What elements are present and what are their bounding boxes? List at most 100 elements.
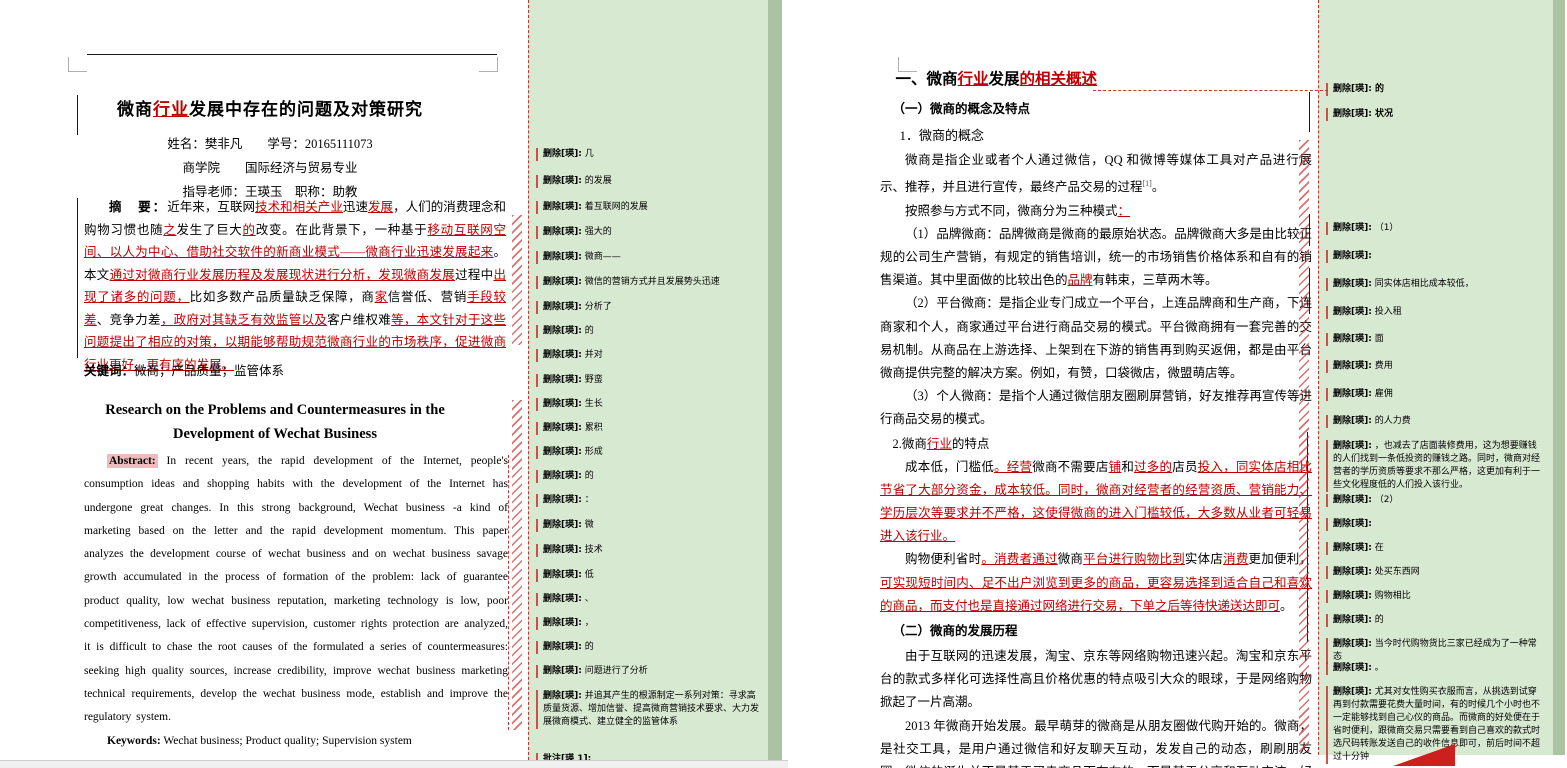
heading: 1．微商的概念 xyxy=(880,123,1312,149)
thesis-title-en-line1: Research on the Problems and Countermeas… xyxy=(70,402,480,419)
balloon-label: 删除[瑛]: xyxy=(1333,663,1372,673)
balloon-label: 删除[瑛]: xyxy=(543,326,582,336)
text-run: 由于互联网的迅速发展，淘宝、京东等网络购物迅速兴起。淘宝和京东平台的款式多样化可… xyxy=(880,649,1312,709)
deletion-balloon[interactable]: 删除[瑛]: 着互联网的发展 xyxy=(536,201,759,214)
student-name-line: 姓名：樊非凡 学号：20165111073 xyxy=(60,133,480,152)
balloon-label: 删除[瑛]: xyxy=(543,618,582,628)
balloon-text: ： xyxy=(582,495,594,505)
balloon-label: 删除[瑛]: xyxy=(543,176,582,186)
balloon-label: 删除[瑛]: xyxy=(543,666,582,676)
text-run: 微商 xyxy=(1058,552,1083,566)
deletion-balloon[interactable]: 删除[瑛]: 问题进行了分析 xyxy=(536,665,759,678)
deletion-balloon[interactable]: 删除[瑛]: 费用 xyxy=(1326,360,1544,373)
revision-pane-left: 删除[瑛]: 几删除[瑛]: 的发展删除[瑛]: 着互联网的发展删除[瑛]: 强… xyxy=(528,0,769,760)
deletion-balloon[interactable]: 删除[瑛]: 技术 xyxy=(536,544,759,557)
text-run: （3）个人微商：是指个人通过微信朋友圈刷屏营销，好友推荐再宣传等进行商品交易的模… xyxy=(880,389,1312,426)
balloon-text: 的 xyxy=(582,326,594,336)
deletion-balloon[interactable]: 删除[瑛]: 状况 xyxy=(1326,108,1544,121)
balloon-label: 删除[瑛]: xyxy=(543,252,582,262)
vertical-scrollbar-left[interactable] xyxy=(768,0,782,760)
deletion-balloon[interactable]: 删除[瑛]: （1） xyxy=(1326,222,1544,235)
deletion-balloon[interactable]: 删除[瑛]: 的 xyxy=(1326,83,1544,96)
balloon-text: 购物相比 xyxy=(1372,591,1411,601)
deletion-balloon[interactable]: 删除[瑛]: 微信的营销方式并且发展势头迅速 xyxy=(536,276,759,289)
deletion-balloon[interactable]: 删除[瑛]: 野蛮 xyxy=(536,374,759,387)
deletion-balloon[interactable]: 删除[瑛]: 并对 xyxy=(536,349,759,362)
deletion-balloon[interactable]: 删除[瑛]: 的人力费 xyxy=(1326,415,1544,428)
deletion-balloon[interactable]: 删除[瑛]: 形成 xyxy=(536,446,759,459)
deletion-balloon[interactable]: 删除[瑛]: 微商—— xyxy=(536,251,759,264)
deletion-balloon[interactable]: 删除[瑛]: 雇佣 xyxy=(1326,388,1544,401)
deletion-balloon[interactable]: 删除[瑛]: ，也减去了店面装修费用，这为想要赚钱的人们找到一条低投资的赚钱之路… xyxy=(1326,440,1544,492)
page2-body: 一、微商行业发展的相关概述（一）微商的概念及特点1．微商的概念微商是指企业或者个… xyxy=(880,66,1312,768)
deletion-balloon[interactable]: 删除[瑛]: 的 xyxy=(1326,614,1544,627)
deletion-balloon[interactable]: 删除[瑛]: 。 xyxy=(1326,662,1544,675)
balloon-label: 删除[瑛]: xyxy=(543,202,582,212)
balloon-text: 在 xyxy=(1372,543,1384,553)
deletion-balloon[interactable]: 删除[瑛]: ， xyxy=(536,617,759,630)
keywords-cn-label: 关键词： xyxy=(84,364,134,378)
deletion-balloon[interactable]: 删除[瑛]: 的 xyxy=(536,641,759,654)
deletion-balloon[interactable]: 删除[瑛]: 面 xyxy=(1326,333,1544,346)
deletion-balloon[interactable]: 删除[瑛]: 分析了 xyxy=(536,301,759,314)
vertical-scrollbar-right[interactable] xyxy=(1553,0,1565,755)
deletion-balloon[interactable]: 删除[瑛]: ： xyxy=(536,494,759,507)
deletion-balloon[interactable]: 删除[瑛]: 的 xyxy=(536,325,759,338)
inserted-text: 通过对微商行业发展历程及发展现状进行分析，发现微商发展 xyxy=(110,268,455,282)
balloon-label: 删除[瑛]: xyxy=(543,149,582,159)
balloon-text: 技术 xyxy=(582,545,603,555)
text-run: 有韩束，三草两木等。 xyxy=(1093,273,1218,287)
horizontal-scrollbar[interactable] xyxy=(0,760,788,768)
inserted-text: 家 xyxy=(375,290,388,304)
crop-mark-icon xyxy=(479,57,498,72)
deletion-balloon[interactable]: 删除[瑛]: 的 xyxy=(536,470,759,483)
inserted-text: 之 xyxy=(163,223,176,237)
deletion-balloon[interactable]: 删除[瑛]: 处买东西网 xyxy=(1326,566,1544,579)
inserted-text: 消费 xyxy=(1223,552,1248,566)
balloon-text: 着互联网的发展 xyxy=(582,202,648,212)
abstract-en-label: Abstract: xyxy=(107,454,158,468)
deletion-balloon[interactable]: 删除[瑛]: 低 xyxy=(536,569,759,582)
deletion-balloon[interactable]: 删除[瑛]: 、 xyxy=(536,593,759,606)
deletion-balloon[interactable]: 删除[瑛]: 几 xyxy=(536,148,759,161)
deletion-balloon[interactable]: 删除[瑛]: （2） xyxy=(1326,494,1544,507)
deletion-balloon[interactable]: 删除[瑛]: xyxy=(1326,518,1544,531)
deletion-balloon[interactable]: 删除[瑛]: 投入租 xyxy=(1326,306,1544,319)
deletion-balloon[interactable]: 删除[瑛]: 的发展 xyxy=(536,175,759,188)
text-run: （一）微商的概念及特点 xyxy=(893,102,1031,116)
balloon-text: （1） xyxy=(1372,223,1399,233)
text-run: 购物便利省时 xyxy=(905,552,981,566)
deletion-balloon[interactable]: 删除[瑛]: 并追其产生的根源制定一系列对策：寻求高质量货源、增加信誉、提高微商… xyxy=(536,690,759,729)
balloon-label: 删除[瑛]: xyxy=(1333,109,1372,119)
deletion-balloon[interactable]: 删除[瑛]: 购物相比 xyxy=(1326,590,1544,603)
balloon-label: 删除[瑛]: xyxy=(1333,251,1372,261)
thesis-title-en-line2: Development of Wechat Business xyxy=(70,426,480,443)
deletion-balloon[interactable]: 删除[瑛]: 当今时代购物货比三家已经成为了一种常态 xyxy=(1326,638,1544,664)
balloon-text: 的发展 xyxy=(582,176,612,186)
deletion-balloon[interactable]: 删除[瑛]: 生长 xyxy=(536,398,759,411)
deletion-balloon[interactable]: 删除[瑛]: 同实体店相比成本较低， xyxy=(1326,278,1544,291)
balloon-label: 删除[瑛]: xyxy=(1333,389,1372,399)
inserted-text: 政府对其缺乏有效监管以及 xyxy=(174,313,328,327)
change-bar xyxy=(1309,92,1310,132)
balloon-text: 的 xyxy=(1372,84,1384,94)
abstract-en-body: In recent years, the rapid development o… xyxy=(84,455,508,723)
balloon-text: 几 xyxy=(582,149,594,159)
paragraph: （3）个人微商：是指个人通过微信朋友圈刷屏营销，好友推荐再宣传等进行商品交易的模… xyxy=(880,385,1312,431)
text-run: （二）微商的发展历程 xyxy=(893,624,1018,638)
text-run: 近年来，互联网 xyxy=(167,200,255,214)
text-run: 实体店 xyxy=(1185,552,1223,566)
balloon-label: 删除[瑛]: xyxy=(543,570,582,580)
deletion-balloon[interactable]: 删除[瑛]: 微 xyxy=(536,519,759,532)
deletion-balloon[interactable]: 删除[瑛]: 强大的 xyxy=(536,226,759,239)
text-run: 成本低，门槛低 xyxy=(905,460,994,474)
balloon-label: 删除[瑛]: xyxy=(543,375,582,385)
text-run: 一、微商 xyxy=(896,71,958,88)
balloon-label: 删除[瑛]: xyxy=(543,302,582,312)
deletion-balloon[interactable]: 删除[瑛]: xyxy=(1326,250,1544,263)
paragraph: （2）平台微商：是指企业专门成立一个平台，上连品牌商和生产商，下连商家和个人，商… xyxy=(880,292,1312,385)
deletion-balloon[interactable]: 删除[瑛]: 在 xyxy=(1326,542,1544,555)
deletion-balloon[interactable]: 删除[瑛]: 累积 xyxy=(536,422,759,435)
balloon-label: 删除[瑛]: xyxy=(543,399,582,409)
paragraph: 成本低，门槛低。经营微商不需要店铺和过多的店员投入，同实体店相比节省了大部分资金… xyxy=(880,456,1312,549)
